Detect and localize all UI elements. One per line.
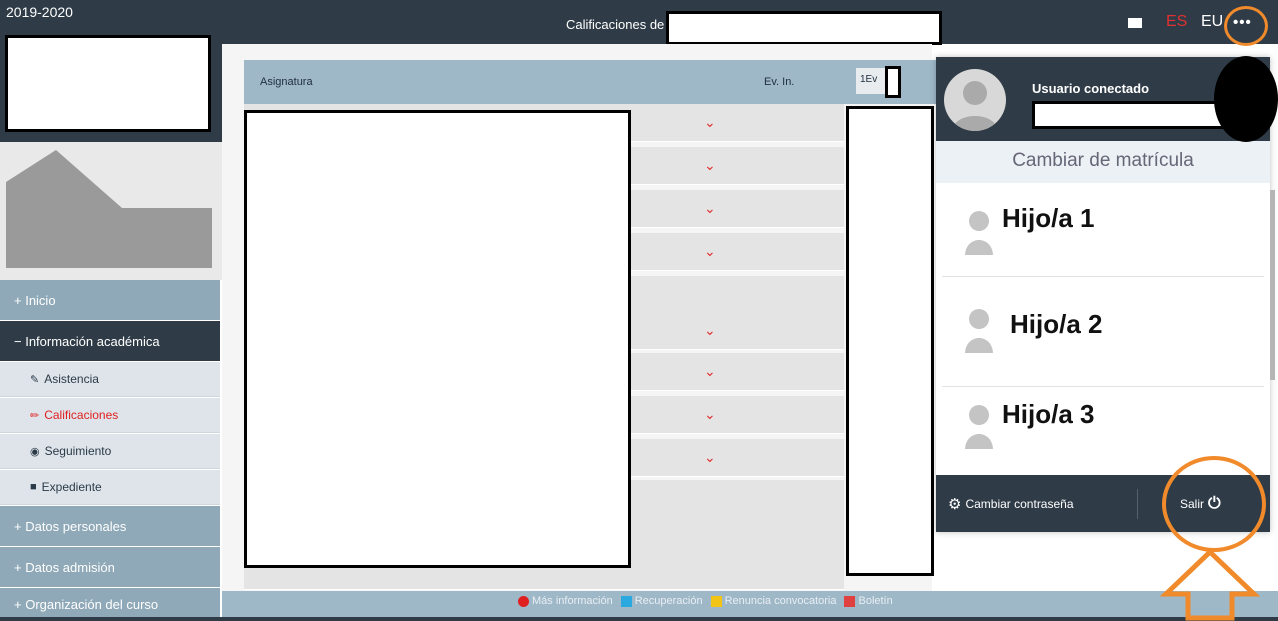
school-year: 2019-2020 <box>6 4 73 20</box>
language-es-link[interactable]: ES <box>1166 13 1187 31</box>
school-building-image <box>0 142 222 280</box>
switch-enrollment-title: Cambiar de matrícula <box>936 141 1270 183</box>
sidebar-item-informacion-academica[interactable]: − Información académica <box>0 321 220 361</box>
child-avatar-icon <box>965 211 993 255</box>
connected-user-label: Usuario conectado <box>1032 81 1150 96</box>
chevron-down-icon[interactable]: ⌄ <box>704 157 716 174</box>
sidebar-item-label: Seguimiento <box>44 444 112 458</box>
waiver-swatch-icon <box>710 595 722 607</box>
sidebar-item-label: Asistencia <box>44 372 99 386</box>
legend: Más información Recuperación Renuncia co… <box>518 595 893 607</box>
language-eu-link[interactable]: EU <box>1201 13 1223 31</box>
grades-table-header: Asignatura Ev. In. 1Ev <box>244 60 944 104</box>
page-title-text: Calificaciones de <box>566 17 665 32</box>
child-name: Hijo/a 1 <box>1002 203 1095 233</box>
legend-report-label: Boletín <box>858 595 893 607</box>
child-item-1[interactable]: Hijo/a 1 <box>942 187 1264 277</box>
chevron-down-icon[interactable]: ⌄ <box>704 406 716 423</box>
legend-more-info-label: Más información <box>532 595 613 607</box>
redacted-grade-column <box>846 106 934 576</box>
eye-icon: ◉ <box>30 445 40 458</box>
change-password-button[interactable]: ⚙ Cambiar contraseña <box>948 489 1138 519</box>
legend-report[interactable]: Boletín <box>844 595 893 607</box>
annotation-arrow-icon <box>1159 548 1261 621</box>
redacted-subject-column <box>244 110 631 568</box>
sidebar-item-datos-personales[interactable]: + Datos personales <box>0 506 220 546</box>
child-name: Hijo/a 2 <box>1010 309 1103 339</box>
sidebar-item-datos-admision[interactable]: + Datos admisión <box>0 547 220 587</box>
child-item-2[interactable]: Hijo/a 2 <box>942 297 1264 387</box>
sidebar-item-inicio[interactable]: + Inicio <box>0 280 220 320</box>
sidebar-item-label: Expediente <box>41 480 102 494</box>
legend-waiver: Renuncia convocatoria <box>710 595 837 607</box>
sidebar-item-asistencia[interactable]: ✎ Asistencia <box>0 362 220 397</box>
sidebar-item-calificaciones[interactable]: ✏ Calificaciones <box>0 398 220 433</box>
column-header-initial-evaluation: Ev. In. <box>764 76 795 88</box>
sidebar-item-label: Calificaciones <box>44 408 119 422</box>
page-title: Calificaciones de <box>566 11 943 45</box>
info-icon <box>518 595 529 607</box>
chevron-down-icon[interactable]: ⌄ <box>704 322 716 339</box>
pencil-icon: ✏ <box>30 409 40 422</box>
annotation-circle-more <box>1224 6 1268 46</box>
folder-icon: ■ <box>30 481 37 493</box>
redacted-header <box>885 66 901 98</box>
sidebar-item-expediente[interactable]: ■ Expediente <box>0 470 220 505</box>
child-avatar-icon <box>965 309 993 353</box>
annotation-circle-logout <box>1162 456 1266 552</box>
gear-icon: ⚙ <box>948 496 962 513</box>
change-password-label: Cambiar contraseña <box>965 497 1074 511</box>
legend-more-info[interactable]: Más información <box>518 595 613 607</box>
chevron-down-icon[interactable]: ⌄ <box>704 243 716 260</box>
legend-recovery-label: Recuperación <box>634 595 703 607</box>
chevron-down-icon[interactable]: ⌄ <box>704 114 716 131</box>
legend-recovery: Recuperación <box>620 595 703 607</box>
pdf-icon <box>844 595 856 607</box>
chevron-down-icon[interactable]: ⌄ <box>704 449 716 466</box>
chevron-down-icon[interactable]: ⌄ <box>704 200 716 217</box>
avatar <box>944 69 1006 131</box>
sidebar-item-seguimiento[interactable]: ◉ Seguimiento <box>0 434 220 469</box>
mail-icon[interactable] <box>1128 18 1142 28</box>
column-header-subject: Asignatura <box>260 76 313 88</box>
edit-icon: ✎ <box>30 373 40 386</box>
chevron-down-icon[interactable]: ⌄ <box>704 363 716 380</box>
user-silhouette-icon <box>952 81 998 131</box>
panel-scrollbar[interactable] <box>1270 190 1275 380</box>
recovery-swatch-icon <box>620 595 632 607</box>
sidebar-header: 2019-2020 <box>0 0 222 142</box>
child-name: Hijo/a 3 <box>1002 399 1095 429</box>
redacted-user-name <box>1032 101 1228 129</box>
legend-waiver-label: Renuncia convocatoria <box>724 595 837 607</box>
bottom-strip <box>0 617 1278 621</box>
redacted-student-name <box>666 11 943 45</box>
building-placeholder-icon <box>6 150 212 268</box>
sidebar: 2019-2020 + Inicio − Información académi… <box>0 0 222 621</box>
redaction-blob <box>1214 56 1278 142</box>
child-avatar-icon <box>965 405 993 449</box>
redacted-school-logo <box>5 35 211 132</box>
